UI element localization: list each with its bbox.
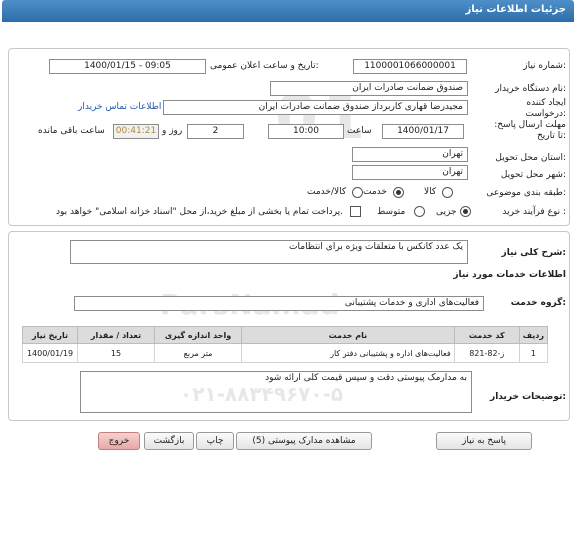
print-button[interactable]: چاپ <box>196 432 234 450</box>
cell-service-code: ز-82-821 <box>453 343 520 363</box>
deadline-date-field[interactable]: 1400/01/17 <box>382 124 464 139</box>
watermark-phone: ۰۲۱-۸۸۳۴۹۶۷۰-۵ <box>180 382 344 406</box>
summary-label: شرح کلی نیاز: <box>501 248 566 258</box>
cell-row: 1 <box>518 343 549 363</box>
reply-button[interactable]: پاسخ به نیاز <box>436 432 532 450</box>
col-service-name: نام خدمت <box>241 326 455 344</box>
col-unit: واحد اندازه گیری <box>154 326 242 344</box>
creator-label: ایجاد کننده درخواست: <box>525 98 567 119</box>
buyer-name-field: صندوق ضمانت صادرات ایران <box>270 81 468 96</box>
process-option-medium: متوسط <box>377 207 406 217</box>
remaining-label: ساعت باقی مانده <box>38 126 105 136</box>
category-radio-goods-service[interactable] <box>352 187 363 198</box>
cell-need-date: 1400/01/19 <box>22 343 78 363</box>
col-service-code: کد خدمت <box>453 326 520 344</box>
payment-note: پرداخت تمام یا بخشی از مبلغ خرید،از محل … <box>56 207 344 217</box>
remaining-time-field: 00:41:21 <box>113 124 159 139</box>
page-title: جزئیات اطلاعات نیاز <box>465 4 566 15</box>
category-radio-service[interactable] <box>393 187 404 198</box>
announce-label: تاریخ و ساعت اعلان عمومی: <box>210 61 319 71</box>
category-option-goods-service: کالا/خدمت <box>307 187 347 197</box>
province-field: تهران <box>352 147 468 162</box>
exit-button[interactable]: خروج <box>98 432 140 450</box>
attachments-button[interactable]: مشاهده مدارک پیوستی (5) <box>236 432 372 450</box>
category-option-goods: کالا <box>424 187 437 197</box>
announce-field: 1400/01/15 - 09:05 <box>49 59 206 74</box>
days-label: روز و <box>162 126 183 136</box>
city-field: تهران <box>352 165 468 180</box>
need-number-label: شماره نیاز: <box>523 61 566 71</box>
buyer-contact-link[interactable]: اطلاعات تماس خریدار <box>78 102 161 112</box>
category-radio-goods[interactable] <box>442 187 453 198</box>
creator-field: مجیدرضا قهاری کاربرداز صندوق ضمانت صادرا… <box>163 100 468 115</box>
summary-field: یک عدد کانکس با متعلقات ویژه برای انتظام… <box>70 240 468 264</box>
cell-service-name: فعالیت‌های اداره و پشتیبانی دفتر کار <box>241 343 455 363</box>
cell-quantity: 15 <box>77 343 155 363</box>
col-need-date: تاریخ نیاز <box>22 326 78 344</box>
province-label: استان محل تحویل: <box>495 153 566 163</box>
days-field: 2 <box>187 124 244 139</box>
buyer-name-label: نام دستگاه خریدار: <box>495 84 566 94</box>
back-button[interactable]: بازگشت <box>144 432 194 450</box>
process-radio-medium[interactable] <box>414 206 425 217</box>
category-label: طبقه بندی موضوعی: <box>486 188 566 198</box>
cell-unit: متر مربع <box>154 343 242 363</box>
time-label: ساعت <box>347 126 372 136</box>
deadline-time-field[interactable]: 10:00 <box>268 124 344 139</box>
service-group-label: گروه خدمت: <box>510 298 566 308</box>
need-number-field: 1100001066000001 <box>353 59 467 74</box>
table-row[interactable]: 1400/01/19 15 متر مربع فعالیت‌های اداره … <box>22 343 549 363</box>
city-label: شهر محل تحویل: <box>500 170 566 180</box>
service-group-field: فعالیت‌های اداری و خدمات پشتیبانی <box>74 296 484 311</box>
process-radio-minor[interactable] <box>460 206 471 217</box>
process-option-minor: جزیی <box>436 207 457 217</box>
process-label: نوع فرآیند خرید : <box>502 207 566 217</box>
buyer-notes-label: توضیحات خریدار: <box>490 392 566 402</box>
col-quantity: تعداد / مقدار <box>77 326 155 344</box>
services-section-title: اطلاعات خدمات مورد نیاز <box>453 270 566 280</box>
treasury-checkbox[interactable] <box>350 206 361 217</box>
services-table: تاریخ نیاز تعداد / مقدار واحد اندازه گیر… <box>22 326 549 363</box>
table-header-row: تاریخ نیاز تعداد / مقدار واحد اندازه گیر… <box>22 326 549 344</box>
col-row: ردیف <box>518 326 549 344</box>
deadline-label: مهلت ارسال پاسخ: تا تاریخ: <box>494 120 566 141</box>
category-option-service: خدمت <box>363 187 387 197</box>
